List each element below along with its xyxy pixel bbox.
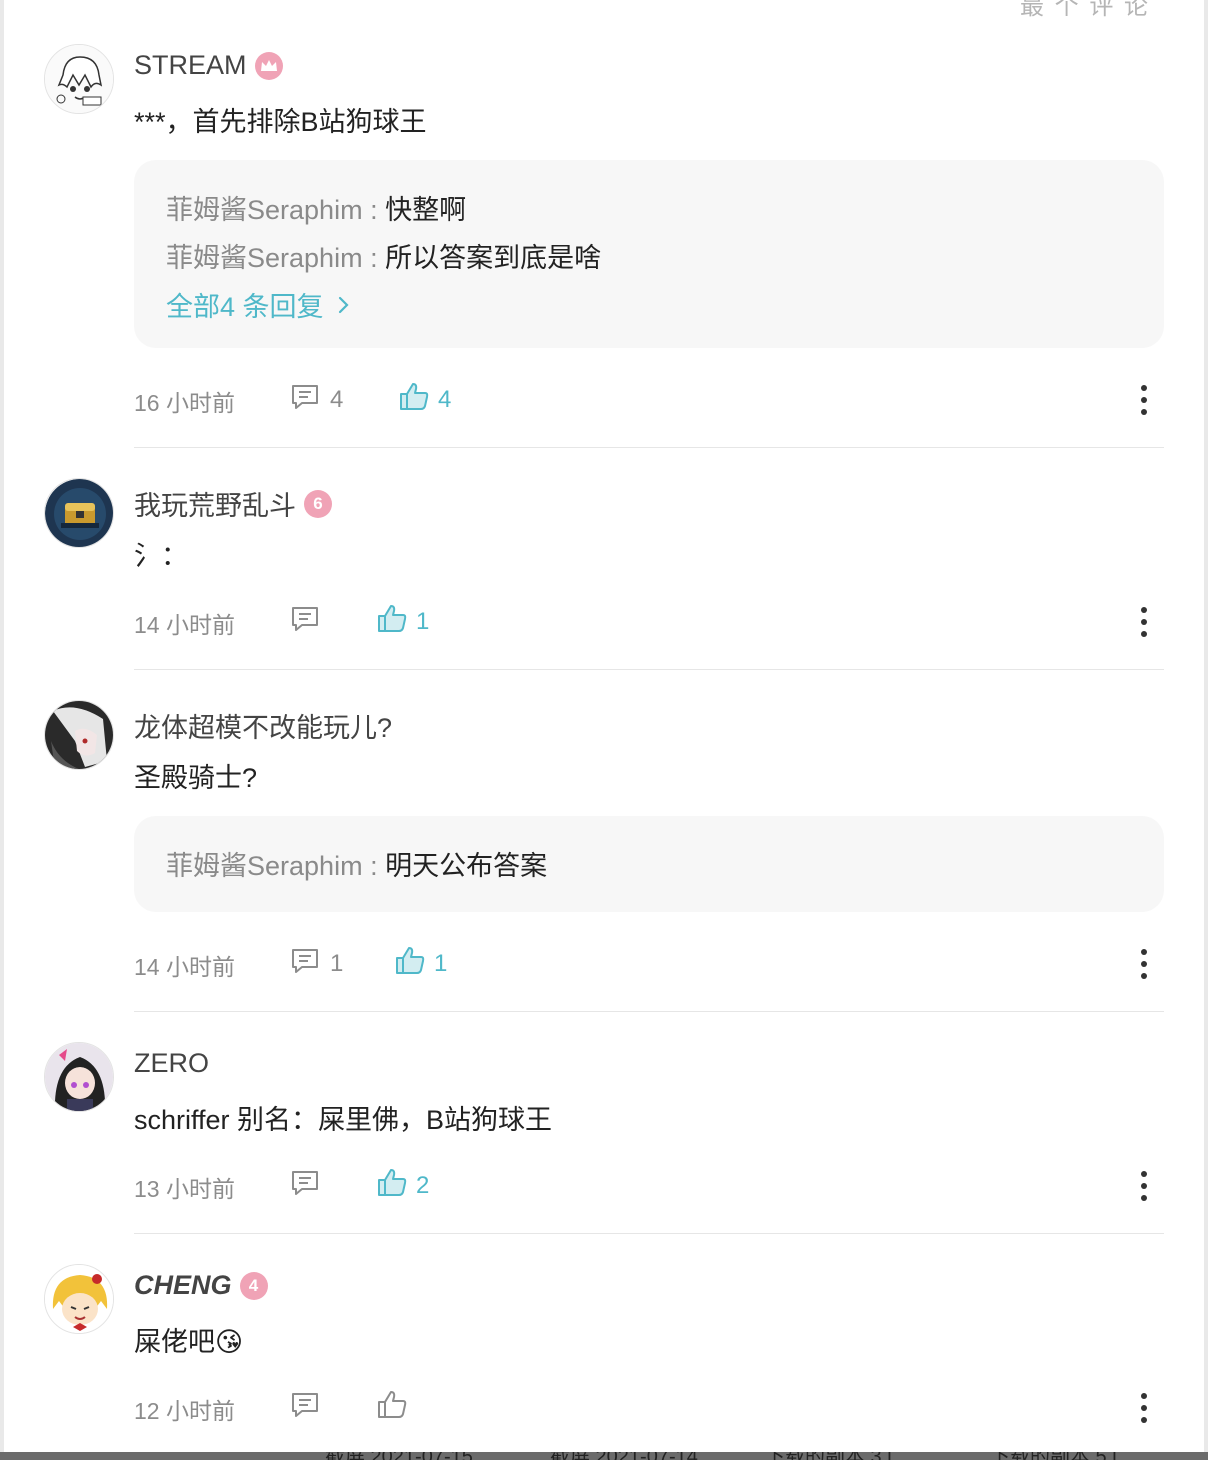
desktop-file-label[interactable]: 下载的副本 5 i (990, 1452, 1117, 1460)
username-label: STREAM (134, 50, 247, 80)
window-right-edge (1204, 0, 1208, 1460)
reply-preview-box[interactable]: 菲姆酱Seraphim : 明天公布答案 (134, 816, 1164, 912)
reply-text: 所以答案到底是啥 (385, 243, 602, 273)
comment-icon[interactable] (290, 1168, 320, 1198)
reply-item[interactable]: 菲姆酱Seraphim : 所以答案到底是啥 (166, 236, 601, 275)
level-badge-icon: 4 (239, 1271, 268, 1300)
comment-time: 13 小时前 (134, 1176, 235, 1202)
comment-meta-bar: 16 小时前 4 4 (0, 382, 1208, 418)
comment-count: 1 (330, 950, 344, 977)
desktop-file-label[interactable]: 截屏 2021-07-14 (550, 1452, 698, 1460)
reply-separator: : (362, 851, 386, 881)
thumbs-up-icon[interactable] (394, 944, 426, 976)
username[interactable]: ZERO (134, 1048, 209, 1079)
comment-count: 4 (330, 386, 344, 413)
reply-item[interactable]: 菲姆酱Seraphim : 明天公布答案 (166, 844, 547, 883)
username[interactable]: CHENG 4 (134, 1270, 268, 1301)
more-options-icon[interactable] (1132, 946, 1156, 982)
comment-meta-bar: 14 小时前 1 1 (0, 946, 1208, 982)
desktop-file-label[interactable]: 下载的副本 3 i (765, 1452, 892, 1460)
username[interactable]: 我玩荒野乱斗 6 (134, 484, 332, 523)
reply-text: 快整啊 (385, 195, 467, 225)
like-count: 2 (416, 1172, 430, 1199)
reply-separator: : (362, 243, 386, 273)
chevron-right-icon (338, 296, 349, 313)
view-all-replies-label: 全部4 条回复 (166, 292, 324, 322)
like-count: 1 (434, 950, 448, 977)
avatar[interactable] (44, 1264, 114, 1334)
crown-badge-icon (254, 51, 283, 80)
comment-text: 氵： (134, 541, 188, 571)
username-label: 龙体超模不改能玩儿? (134, 713, 393, 743)
more-options-icon[interactable] (1132, 1168, 1156, 1204)
comment-icon[interactable] (290, 382, 320, 412)
comment-icon[interactable] (290, 604, 320, 634)
comment-time: 14 小时前 (134, 612, 235, 638)
username-label: CHENG (134, 1270, 232, 1300)
reply-text: 明天公布答案 (385, 851, 548, 881)
comment-time: 16 小时前 (134, 390, 235, 416)
avatar[interactable] (44, 44, 114, 114)
comment-icon[interactable] (290, 1390, 320, 1420)
comment-text: 屎佬吧😘 (134, 1327, 244, 1357)
comment-icon[interactable] (290, 946, 320, 976)
reply-preview-box[interactable]: 菲姆酱Seraphim : 快整啊 菲姆酱Seraphim : 所以答案到底是啥… (134, 160, 1164, 348)
username-label: 我玩荒野乱斗 (134, 491, 296, 521)
more-options-icon[interactable] (1132, 382, 1156, 418)
top-partial-header: 最 个 评 论 (1020, 0, 1151, 20)
comment-text: 圣殿骑士? (134, 763, 258, 793)
comment-meta-bar: 14 小时前 1 (0, 604, 1208, 640)
like-count: 1 (416, 608, 430, 635)
window-left-edge (0, 0, 4, 1460)
level-badge-icon: 6 (304, 489, 332, 518)
username[interactable]: STREAM (134, 50, 283, 81)
reply-item[interactable]: 菲姆酱Seraphim : 快整啊 (166, 188, 466, 227)
comment-text: ***，首先排除B站狗球王 (134, 107, 427, 137)
thumbs-up-icon[interactable] (376, 602, 408, 634)
like-count: 4 (438, 386, 452, 413)
divider (134, 1011, 1164, 1012)
avatar[interactable] (44, 700, 114, 770)
desktop-dock-strip: 截屏 2021-07-15 截屏 2021-07-14 下载的副本 3 i 下载… (0, 1452, 1208, 1460)
username[interactable]: 龙体超模不改能玩儿? (134, 706, 392, 745)
divider (134, 447, 1164, 448)
comment-time: 14 小时前 (134, 954, 235, 980)
avatar[interactable] (44, 1042, 114, 1112)
more-options-icon[interactable] (1132, 1390, 1156, 1426)
thumbs-up-icon[interactable] (376, 1388, 408, 1420)
comment-time: 12 小时前 (134, 1398, 235, 1424)
thumbs-up-icon[interactable] (398, 380, 430, 412)
divider (134, 669, 1164, 670)
avatar[interactable] (44, 478, 114, 548)
comment-meta-bar: 12 小时前 (0, 1390, 1208, 1426)
reply-separator: : (362, 195, 386, 225)
more-options-icon[interactable] (1132, 604, 1156, 640)
reply-author[interactable]: 菲姆酱Seraphim (166, 243, 363, 273)
comment-text: schriffer 别名：屎里佛，B站狗球王 (134, 1105, 553, 1135)
reply-author[interactable]: 菲姆酱Seraphim (166, 195, 363, 225)
comment-meta-bar: 13 小时前 2 (0, 1168, 1208, 1204)
desktop-file-label[interactable]: 截屏 2021-07-15 (325, 1452, 473, 1460)
reply-author[interactable]: 菲姆酱Seraphim (166, 851, 363, 881)
view-all-replies-link[interactable]: 全部4 条回复 (166, 285, 354, 324)
thumbs-up-icon[interactable] (376, 1166, 408, 1198)
desktop-file-labels: 截屏 2021-07-15 截屏 2021-07-14 下载的副本 3 i 下载… (0, 1452, 1208, 1460)
username-label: ZERO (134, 1048, 210, 1078)
divider (134, 1233, 1164, 1234)
